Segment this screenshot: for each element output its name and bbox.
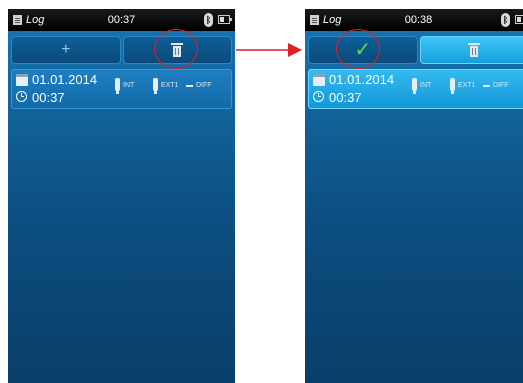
entry-date: 01.01.2014 — [329, 72, 395, 87]
int-label: INT — [420, 82, 432, 89]
highlight-circle-delete — [154, 29, 198, 69]
battery-icon — [218, 15, 232, 24]
clock-icon — [16, 91, 27, 102]
internal-probe-icon — [412, 78, 417, 94]
ext-label: EXT1 — [458, 82, 476, 89]
ext-label: EXT1 — [161, 82, 179, 89]
entry-date: 01.01.2014 — [32, 72, 98, 87]
calendar-icon — [16, 74, 28, 86]
diff-label: DIFF — [493, 82, 509, 89]
calendar-icon — [313, 74, 325, 86]
internal-probe-icon — [115, 78, 120, 94]
diff-dash-icon — [483, 85, 490, 87]
device-screen-before: Log 00:37 ᛒ + 01.01.2014 00:37 INT EXT1 … — [8, 9, 235, 383]
log-entry-selected[interactable]: 01.01.2014 00:37 INT EXT1 DIFF — [308, 69, 523, 109]
clock-icon — [313, 91, 324, 102]
external-probe-icon — [450, 78, 455, 94]
log-entry[interactable]: 01.01.2014 00:37 INT EXT1 DIFF — [11, 69, 232, 109]
battery-icon — [515, 15, 523, 24]
trash-icon — [468, 43, 481, 57]
status-bar: Log 00:37 ᛒ — [8, 9, 235, 31]
bluetooth-icon: ᛒ — [204, 13, 213, 27]
status-bar: Log 00:38 ᛒ — [305, 9, 523, 31]
highlight-circle-confirm — [336, 29, 380, 69]
entry-time: 00:37 — [329, 90, 362, 105]
diff-label: DIFF — [196, 82, 212, 89]
int-label: INT — [123, 82, 135, 89]
diff-dash-icon — [186, 85, 193, 87]
add-button[interactable]: + — [11, 36, 121, 64]
entry-time: 00:37 — [32, 90, 65, 105]
external-probe-icon — [153, 78, 158, 94]
device-screen-after: Log 00:38 ᛒ ✓ 01.01.2014 00:37 INT EXT1 … — [305, 9, 523, 383]
clock-time: 00:38 — [404, 14, 433, 26]
toolbar: + — [11, 36, 232, 64]
bluetooth-icon: ᛒ — [501, 13, 510, 27]
delete-button[interactable] — [419, 36, 523, 64]
transition-arrow-icon — [236, 43, 302, 57]
clock-time: 00:37 — [107, 14, 136, 26]
plus-icon: + — [61, 41, 71, 58]
